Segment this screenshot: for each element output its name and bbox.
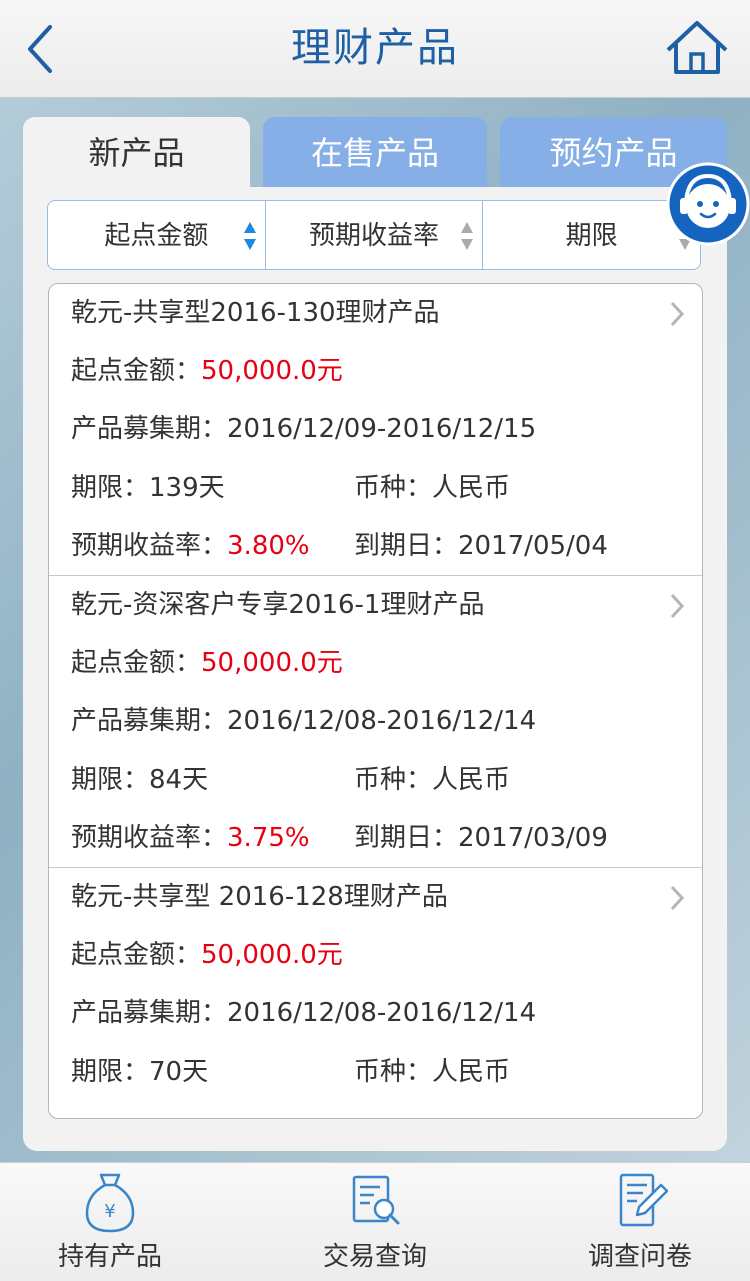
term-value: 84天 bbox=[149, 765, 209, 795]
document-search-icon bbox=[352, 1175, 400, 1225]
tab-new-products[interactable]: 新产品 bbox=[23, 117, 250, 187]
term-row: 期限：139天 bbox=[71, 471, 225, 505]
nav-label: 交易查询 bbox=[322, 1242, 427, 1272]
raise-period-label: 产品募集期： bbox=[71, 414, 228, 444]
maturity-value: 2017/05/04 bbox=[458, 531, 608, 561]
min-amount-label: 起点金额： bbox=[71, 648, 202, 678]
nav-label: 持有产品 bbox=[57, 1242, 162, 1272]
panel-body: 起点金额 预期收益率 期限 乾元-共享型2016-130理财产品 起点金额：50… bbox=[23, 187, 727, 1151]
currency-row: 币种：人民币 bbox=[354, 471, 510, 505]
page-title: 理财产品 bbox=[291, 25, 459, 71]
sort-min-amount[interactable]: 起点金额 bbox=[48, 201, 266, 269]
min-amount-value: 50,000.0元 bbox=[201, 940, 343, 970]
sort-label: 期限 bbox=[565, 221, 618, 251]
chevron-right-icon bbox=[670, 301, 685, 327]
term-label: 期限： bbox=[71, 1057, 150, 1087]
customer-service-avatar-icon bbox=[666, 162, 750, 246]
home-icon bbox=[666, 21, 728, 74]
raise-period-value: 2016/12/09-2016/12/15 bbox=[227, 414, 537, 444]
chevron-right-icon bbox=[670, 593, 685, 619]
customer-service-button[interactable] bbox=[666, 162, 750, 246]
svg-text:¥: ¥ bbox=[104, 1201, 115, 1222]
expected-yield-value: 3.75% bbox=[227, 823, 310, 853]
home-button[interactable] bbox=[664, 18, 730, 78]
expected-yield-label: 预期收益率： bbox=[71, 531, 228, 561]
sort-arrows-icon bbox=[461, 222, 474, 250]
product-item[interactable]: 乾元-资深客户专享2016-1理财产品 起点金额：50,000.0元 产品募集期… bbox=[49, 576, 702, 868]
raise-period-value: 2016/12/08-2016/12/14 bbox=[227, 998, 537, 1028]
sort-expected-yield[interactable]: 预期收益率 bbox=[266, 201, 484, 269]
term-label: 期限： bbox=[71, 765, 150, 795]
expected-yield-label: 预期收益率： bbox=[71, 823, 228, 853]
maturity-label: 到期日： bbox=[354, 531, 459, 561]
expected-yield-row: 预期收益率：3.75% bbox=[71, 821, 310, 855]
bottom-nav: ¥ 持有产品 交易查询 调查问卷 bbox=[0, 1162, 750, 1281]
min-amount-row: 起点金额：50,000.0元 bbox=[71, 646, 343, 680]
currency-row: 币种：人民币 bbox=[354, 763, 510, 797]
currency-label: 币种： bbox=[354, 1057, 433, 1087]
product-list: 乾元-共享型2016-130理财产品 起点金额：50,000.0元 产品募集期：… bbox=[48, 283, 703, 1119]
nav-label: 调查问卷 bbox=[587, 1242, 692, 1272]
min-amount-label: 起点金额： bbox=[71, 940, 202, 970]
tab-on-sale-products[interactable]: 在售产品 bbox=[263, 117, 487, 187]
expected-yield-row: 预期收益率：3.80% bbox=[71, 529, 310, 563]
nav-holdings[interactable]: ¥ 持有产品 bbox=[20, 1163, 200, 1281]
tab-bar: 新产品 在售产品 预约产品 bbox=[23, 117, 727, 187]
raise-period-row: 产品募集期：2016/12/09-2016/12/15 bbox=[71, 412, 536, 446]
maturity-value: 2017/03/09 bbox=[458, 823, 608, 853]
term-row: 期限：84天 bbox=[71, 763, 208, 797]
nav-transaction-query[interactable]: 交易查询 bbox=[285, 1163, 465, 1281]
raise-period-row: 产品募集期：2016/12/08-2016/12/14 bbox=[71, 996, 536, 1030]
currency-label: 币种： bbox=[354, 765, 433, 795]
term-row: 期限：70天 bbox=[71, 1055, 208, 1089]
min-amount-row: 起点金额：50,000.0元 bbox=[71, 354, 343, 388]
product-panel: 新产品 在售产品 预约产品 起点金额 预期收益率 期限 乾元-共享型2016-1… bbox=[23, 117, 727, 1151]
currency-value: 人民币 bbox=[432, 765, 511, 795]
currency-value: 人民币 bbox=[432, 473, 511, 503]
expected-yield-value: 3.80% bbox=[227, 531, 310, 561]
maturity-label: 到期日： bbox=[354, 823, 459, 853]
maturity-row: 到期日：2017/05/04 bbox=[354, 529, 608, 563]
min-amount-value: 50,000.0元 bbox=[201, 356, 343, 386]
term-value: 139天 bbox=[149, 473, 225, 503]
product-name: 乾元-共享型2016-130理财产品 bbox=[71, 298, 440, 328]
sort-bar: 起点金额 预期收益率 期限 bbox=[47, 200, 701, 270]
chevron-right-icon bbox=[670, 885, 685, 911]
product-name: 乾元-资深客户专享2016-1理财产品 bbox=[71, 590, 485, 620]
sort-arrows-icon bbox=[243, 222, 256, 250]
sort-label: 起点金额 bbox=[104, 221, 209, 251]
currency-value: 人民币 bbox=[432, 1057, 511, 1087]
min-amount-label: 起点金额： bbox=[71, 356, 202, 386]
raise-period-label: 产品募集期： bbox=[71, 706, 228, 736]
raise-period-label: 产品募集期： bbox=[71, 998, 228, 1028]
min-amount-value: 50,000.0元 bbox=[201, 648, 343, 678]
raise-period-value: 2016/12/08-2016/12/14 bbox=[227, 706, 537, 736]
raise-period-row: 产品募集期：2016/12/08-2016/12/14 bbox=[71, 704, 536, 738]
min-amount-row: 起点金额：50,000.0元 bbox=[71, 938, 343, 972]
term-value: 70天 bbox=[149, 1057, 209, 1087]
currency-row: 币种：人民币 bbox=[354, 1055, 510, 1089]
term-label: 期限： bbox=[71, 473, 150, 503]
product-name: 乾元-共享型 2016-128理财产品 bbox=[71, 882, 448, 912]
edit-form-icon bbox=[619, 1173, 669, 1227]
currency-label: 币种： bbox=[354, 473, 433, 503]
product-item[interactable]: 乾元-共享型 2016-128理财产品 起点金额：50,000.0元 产品募集期… bbox=[49, 868, 702, 1118]
sort-label: 预期收益率 bbox=[309, 221, 440, 251]
product-item[interactable]: 乾元-共享型2016-130理财产品 起点金额：50,000.0元 产品募集期：… bbox=[49, 284, 702, 576]
money-bag-icon: ¥ bbox=[85, 1173, 135, 1233]
nav-survey[interactable]: 调查问卷 bbox=[550, 1163, 730, 1281]
header-bar: 理财产品 bbox=[0, 0, 750, 98]
maturity-row: 到期日：2017/03/09 bbox=[354, 821, 608, 855]
